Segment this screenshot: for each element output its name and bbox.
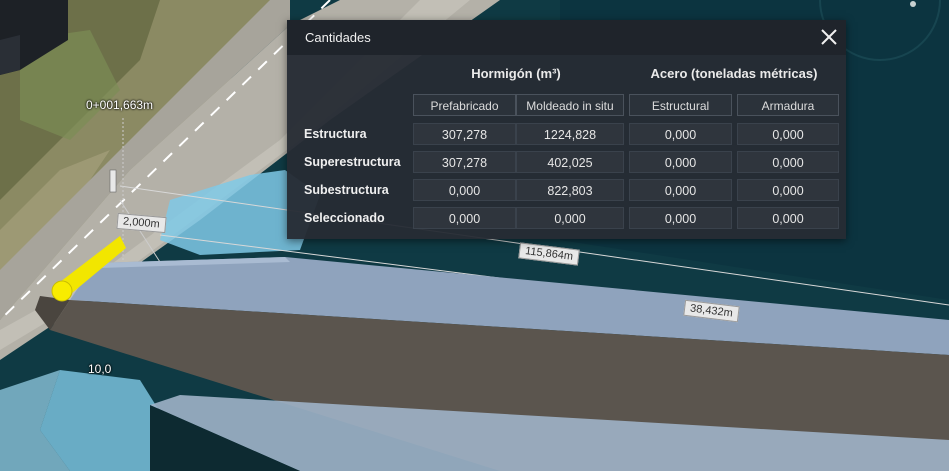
table-cell: 307,278	[413, 123, 516, 145]
row-label-superstructure: Superestructura	[304, 155, 401, 169]
column-header-rebar: Armadura	[737, 94, 839, 116]
quantities-dialog: Cantidades Hormigón (m³) Acero (tonelada…	[287, 20, 846, 239]
table-cell: 0,000	[737, 123, 839, 145]
column-header-cast-in-place: Moldeado in situ	[516, 94, 624, 116]
close-button[interactable]	[816, 24, 842, 50]
table-cell: 0,000	[737, 151, 839, 173]
table-cell: 307,278	[413, 151, 516, 173]
table-cell: 0,000	[629, 151, 732, 173]
table-cell: 0,000	[737, 179, 839, 201]
row-label-selected: Seleccionado	[304, 211, 385, 225]
elevation-label: 10,0	[88, 362, 112, 376]
column-header-prefabricated: Prefabricado	[413, 94, 516, 116]
row-label-substructure: Subestructura	[304, 183, 389, 197]
table-cell: 0,000	[629, 207, 732, 229]
table-cell: 0,000	[516, 207, 624, 229]
table-cell: 822,803	[516, 179, 624, 201]
group-header-concrete: Hormigón (m³)	[471, 66, 561, 81]
dialog-title: Cantidades	[305, 30, 371, 45]
table-cell: 1224,828	[516, 123, 624, 145]
table-cell: 0,000	[413, 179, 516, 201]
group-header-steel: Acero (toneladas métricas)	[650, 66, 818, 81]
dialog-header[interactable]: Cantidades	[287, 20, 846, 55]
table-cell: 0,000	[413, 207, 516, 229]
row-label-structure: Estructura	[304, 127, 367, 141]
close-icon[interactable]	[816, 24, 842, 50]
column-header-structural: Estructural	[629, 94, 732, 116]
table-cell: 0,000	[629, 123, 732, 145]
table-cell: 0,000	[737, 207, 839, 229]
table-cell: 402,025	[516, 151, 624, 173]
table-cell: 0,000	[629, 179, 732, 201]
station-label: 0+001,663m	[86, 98, 154, 112]
